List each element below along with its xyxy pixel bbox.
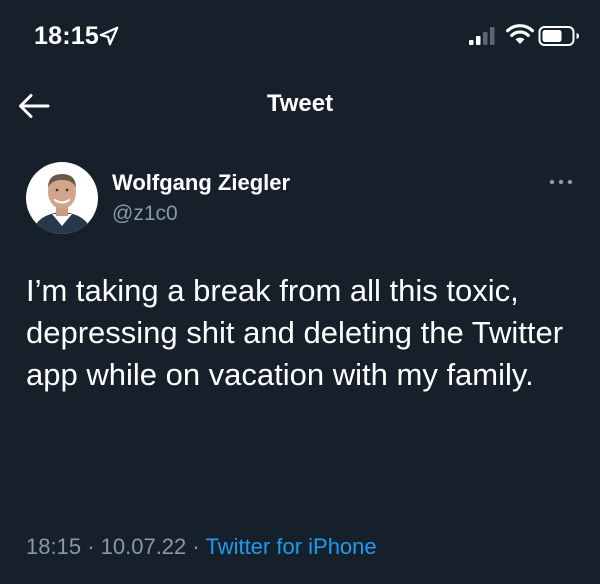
status-bar: 18:15 bbox=[0, 0, 600, 74]
tweet-time[interactable]: 18:15 bbox=[26, 534, 81, 559]
location-arrow-icon bbox=[99, 26, 119, 46]
author-handle[interactable]: @z1c0 bbox=[112, 202, 178, 226]
profile-photo bbox=[26, 162, 98, 234]
author-display-name[interactable]: Wolfgang Ziegler bbox=[112, 170, 290, 196]
avatar[interactable] bbox=[26, 162, 98, 234]
tweet-meta: 18:15 · 10.07.22 · Twitter for iPhone bbox=[26, 534, 377, 560]
tweet-text: I’m taking a break from all this toxic, … bbox=[26, 273, 564, 392]
cellular-signal-icon bbox=[469, 27, 495, 45]
tweet-date[interactable]: 10.07.22 bbox=[101, 534, 187, 559]
wifi-icon bbox=[506, 24, 534, 44]
meta-separator: · bbox=[192, 534, 200, 559]
page-title: Tweet bbox=[266, 90, 334, 117]
nav-bar: Tweet bbox=[0, 74, 600, 138]
status-time: 18:15 bbox=[34, 22, 99, 50]
battery-icon bbox=[538, 26, 579, 46]
more-options-icon[interactable] bbox=[548, 176, 574, 188]
tweet-source-link[interactable]: Twitter for iPhone bbox=[205, 534, 376, 559]
meta-separator: · bbox=[87, 534, 95, 559]
tweet-header: Wolfgang Ziegler @z1c0 bbox=[0, 150, 600, 240]
